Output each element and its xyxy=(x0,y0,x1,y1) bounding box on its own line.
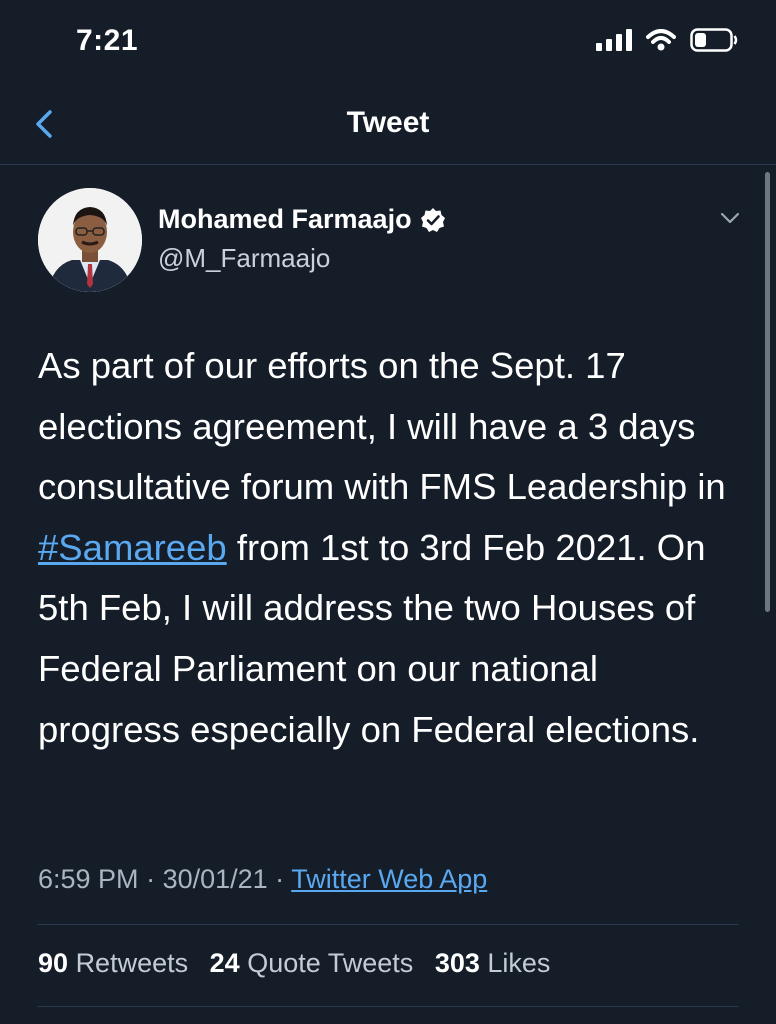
likes-label: Likes xyxy=(487,948,551,978)
quote-tweets-stat[interactable]: 24 Quote Tweets xyxy=(210,948,414,978)
meta-separator: · xyxy=(267,864,292,894)
chevron-down-icon[interactable] xyxy=(718,206,742,230)
meta-separator: · xyxy=(138,864,163,894)
tweet-date: 30/01/21 xyxy=(162,864,268,894)
quotes-count: 24 xyxy=(209,948,240,978)
source-link[interactable]: Twitter Web App xyxy=(291,864,487,894)
tweet-text: As part of our efforts on the Sept. 17 e… xyxy=(38,336,738,760)
tweet-text-before: As part of our efforts on the Sept. 17 e… xyxy=(38,345,726,508)
scrollbar[interactable] xyxy=(765,172,770,612)
hashtag-link[interactable]: #Samareeb xyxy=(38,527,227,568)
tweet-stats: 90 Retweets 24 Quote Tweets 303 Likes xyxy=(38,948,564,979)
battery-icon xyxy=(690,28,738,52)
author-name-row: Mohamed Farmaajo xyxy=(158,204,446,235)
tweet-time: 6:59 PM xyxy=(38,864,139,894)
tweet-meta: 6:59 PM · 30/01/21 · Twitter Web App xyxy=(38,864,487,895)
retweets-label: Retweets xyxy=(75,948,189,978)
retweets-stat[interactable]: 90 Retweets xyxy=(38,948,188,978)
avatar-image xyxy=(38,188,142,292)
author-name: Mohamed Farmaajo xyxy=(158,204,412,234)
cellular-signal-icon xyxy=(596,29,632,51)
author-info[interactable]: Mohamed Farmaajo @M_Farmaajo xyxy=(158,204,446,274)
status-bar: 7:21 xyxy=(0,0,776,84)
retweets-count: 90 xyxy=(38,948,69,978)
divider xyxy=(38,924,738,925)
likes-count: 303 xyxy=(434,948,480,978)
quotes-label: Quote Tweets xyxy=(247,948,414,978)
verified-badge-icon xyxy=(420,207,445,232)
back-chevron-icon[interactable] xyxy=(28,106,64,142)
wifi-icon xyxy=(646,29,676,51)
navigation-bar: Tweet xyxy=(0,84,776,165)
system-icons xyxy=(596,28,738,52)
page-title: Tweet xyxy=(346,106,430,139)
likes-stat[interactable]: 303 Likes xyxy=(435,948,551,978)
avatar[interactable] xyxy=(38,188,142,292)
status-time: 7:21 xyxy=(76,24,139,57)
author-handle: @M_Farmaajo xyxy=(158,243,331,273)
divider xyxy=(38,1006,738,1007)
